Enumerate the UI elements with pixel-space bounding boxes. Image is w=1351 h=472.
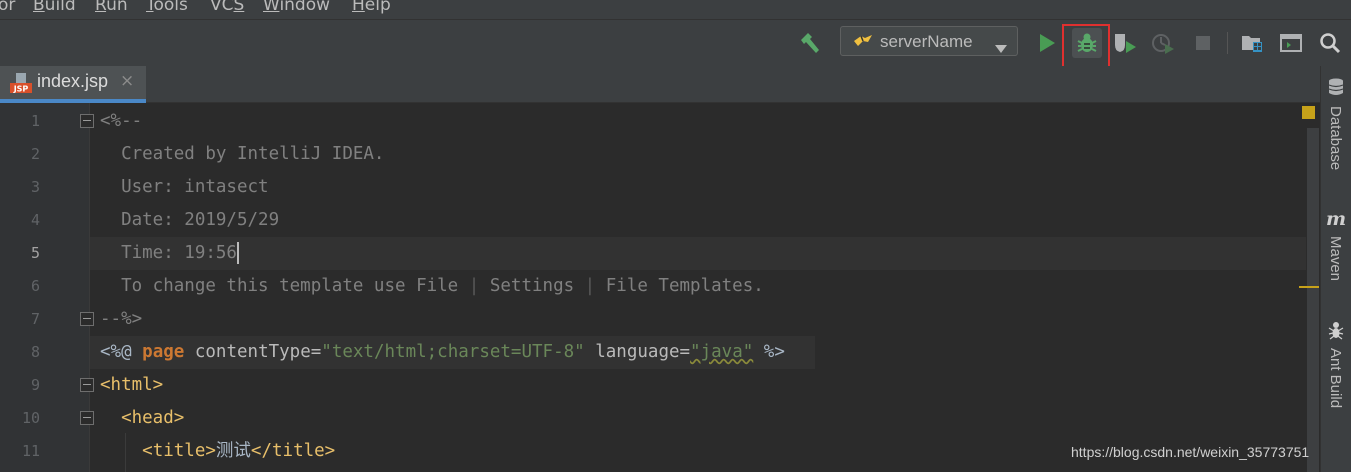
line-number: 4 bbox=[30, 211, 40, 229]
current-code-line: Time: 19:56 bbox=[90, 237, 1306, 270]
ant-build-label: Ant Build bbox=[1327, 348, 1344, 409]
line-number: 1 bbox=[30, 112, 40, 130]
code-text: Settings bbox=[479, 276, 585, 296]
code-text: 测试 bbox=[215, 441, 251, 461]
code-text: <%-- bbox=[100, 111, 143, 131]
toolbar-separator bbox=[1227, 32, 1228, 54]
code-text: | bbox=[468, 276, 480, 296]
line-number: 11 bbox=[21, 442, 40, 460]
code-line: Created by IntelliJ IDEA. bbox=[90, 138, 1306, 171]
code-text: "text/html;charset=UTF-8" bbox=[321, 342, 585, 362]
line-number: 3 bbox=[30, 178, 40, 196]
menu-vcs[interactable]: VCS bbox=[210, 0, 244, 15]
menu-window[interactable]: Window bbox=[263, 0, 330, 15]
line-number-gutter: 1 2 3 4 5 6 7 8 9 10 11 bbox=[0, 103, 94, 472]
maven-icon: m bbox=[1326, 208, 1347, 230]
code-text: User: intasect bbox=[100, 177, 269, 197]
watermark-url: https://blog.csdn.net/weixin_35773751 bbox=[1071, 444, 1310, 460]
run-configuration-dropdown[interactable]: serverName bbox=[840, 26, 1018, 56]
main-toolbar: serverName bbox=[0, 19, 1351, 68]
ant-icon bbox=[1327, 320, 1345, 344]
maven-tool-button[interactable]: m Maven bbox=[1321, 208, 1351, 298]
code-text: <%@ bbox=[100, 342, 143, 362]
line-number: 9 bbox=[30, 376, 40, 394]
jsp-file-icon: JSP bbox=[10, 72, 32, 94]
tomcat-icon bbox=[853, 33, 873, 53]
code-text: Created by IntelliJ IDEA. bbox=[100, 144, 385, 164]
code-editor[interactable]: <%-- Created by IntelliJ IDEA. User: int… bbox=[90, 103, 1306, 472]
line-number: 6 bbox=[30, 277, 40, 295]
menu-bar: or Build Run Tools VCS Window Help bbox=[0, 0, 1351, 19]
menu-editor[interactable]: or bbox=[0, 0, 15, 15]
run-icon[interactable] bbox=[1034, 30, 1060, 56]
database-label: Database bbox=[1327, 106, 1344, 171]
line-number: 8 bbox=[30, 343, 40, 361]
code-text: <title> bbox=[142, 441, 216, 461]
profile-icon[interactable] bbox=[1150, 30, 1176, 56]
maven-label: Maven bbox=[1327, 236, 1344, 282]
code-text: contentType= bbox=[184, 342, 322, 362]
code-text: </title> bbox=[250, 441, 336, 461]
indent-guide bbox=[125, 433, 126, 472]
debug-bug-icon[interactable] bbox=[1072, 28, 1102, 58]
code-line: <head> bbox=[90, 402, 1306, 435]
code-text: Time: 19:56 bbox=[100, 243, 237, 263]
code-line: User: intasect bbox=[90, 171, 1306, 204]
code-line: <html> bbox=[90, 369, 1306, 402]
code-line: <%-- bbox=[90, 105, 1306, 138]
project-structure-icon[interactable] bbox=[1239, 30, 1265, 56]
code-text: %> bbox=[753, 342, 785, 362]
close-icon[interactable]: × bbox=[120, 71, 134, 91]
code-line: --%> bbox=[90, 303, 1306, 336]
code-text: language= bbox=[584, 342, 691, 362]
search-icon[interactable] bbox=[1317, 30, 1343, 56]
menu-tools[interactable]: Tools bbox=[146, 0, 188, 15]
menu-run[interactable]: Run bbox=[95, 0, 128, 15]
stop-icon[interactable] bbox=[1190, 30, 1216, 56]
terminal-icon[interactable] bbox=[1278, 30, 1304, 56]
hammer-icon[interactable] bbox=[797, 30, 823, 56]
code-text: page bbox=[142, 342, 185, 362]
error-stripe-marker[interactable] bbox=[1299, 286, 1319, 288]
code-text: To change this template use File bbox=[100, 276, 469, 296]
code-text: File Templates. bbox=[595, 276, 764, 296]
editor-tab-bar: JSP index.jsp × bbox=[0, 66, 1320, 103]
tab-index-jsp[interactable]: JSP index.jsp × bbox=[0, 66, 146, 103]
code-line: Date: 2019/5/29 bbox=[90, 204, 1306, 237]
database-tool-button[interactable]: Database bbox=[1321, 76, 1351, 186]
menu-help[interactable]: Help bbox=[352, 0, 391, 15]
run-configuration-label: serverName bbox=[880, 32, 973, 51]
scrollbar-thumb[interactable] bbox=[1307, 128, 1319, 472]
chevron-down-icon bbox=[995, 38, 1007, 57]
code-text: --%> bbox=[100, 309, 143, 329]
right-tool-window-bar: Database m Maven Ant Build bbox=[1320, 66, 1351, 472]
tab-label: index.jsp bbox=[37, 71, 109, 91]
warning-status-icon[interactable] bbox=[1302, 106, 1315, 119]
code-text: Date: 2019/5/29 bbox=[100, 210, 280, 230]
menu-build[interactable]: Build bbox=[33, 0, 76, 15]
text-caret bbox=[236, 242, 239, 264]
ant-build-tool-button[interactable]: Ant Build bbox=[1321, 320, 1351, 430]
run-with-coverage-icon[interactable] bbox=[1112, 30, 1138, 56]
svg-text:JSP: JSP bbox=[13, 85, 29, 94]
line-number: 10 bbox=[21, 409, 40, 427]
code-line: <%@ page contentType="text/html;charset=… bbox=[90, 336, 815, 369]
code-line: To change this template use File | Setti… bbox=[90, 270, 1306, 303]
line-number: 2 bbox=[30, 145, 40, 163]
database-icon bbox=[1328, 78, 1344, 100]
line-number: 7 bbox=[30, 310, 40, 328]
code-text: <head> bbox=[121, 408, 185, 428]
code-text: "java" bbox=[690, 342, 754, 362]
line-number-current: 5 bbox=[30, 244, 40, 262]
code-text: <html> bbox=[100, 375, 164, 395]
code-text: | bbox=[584, 276, 596, 296]
